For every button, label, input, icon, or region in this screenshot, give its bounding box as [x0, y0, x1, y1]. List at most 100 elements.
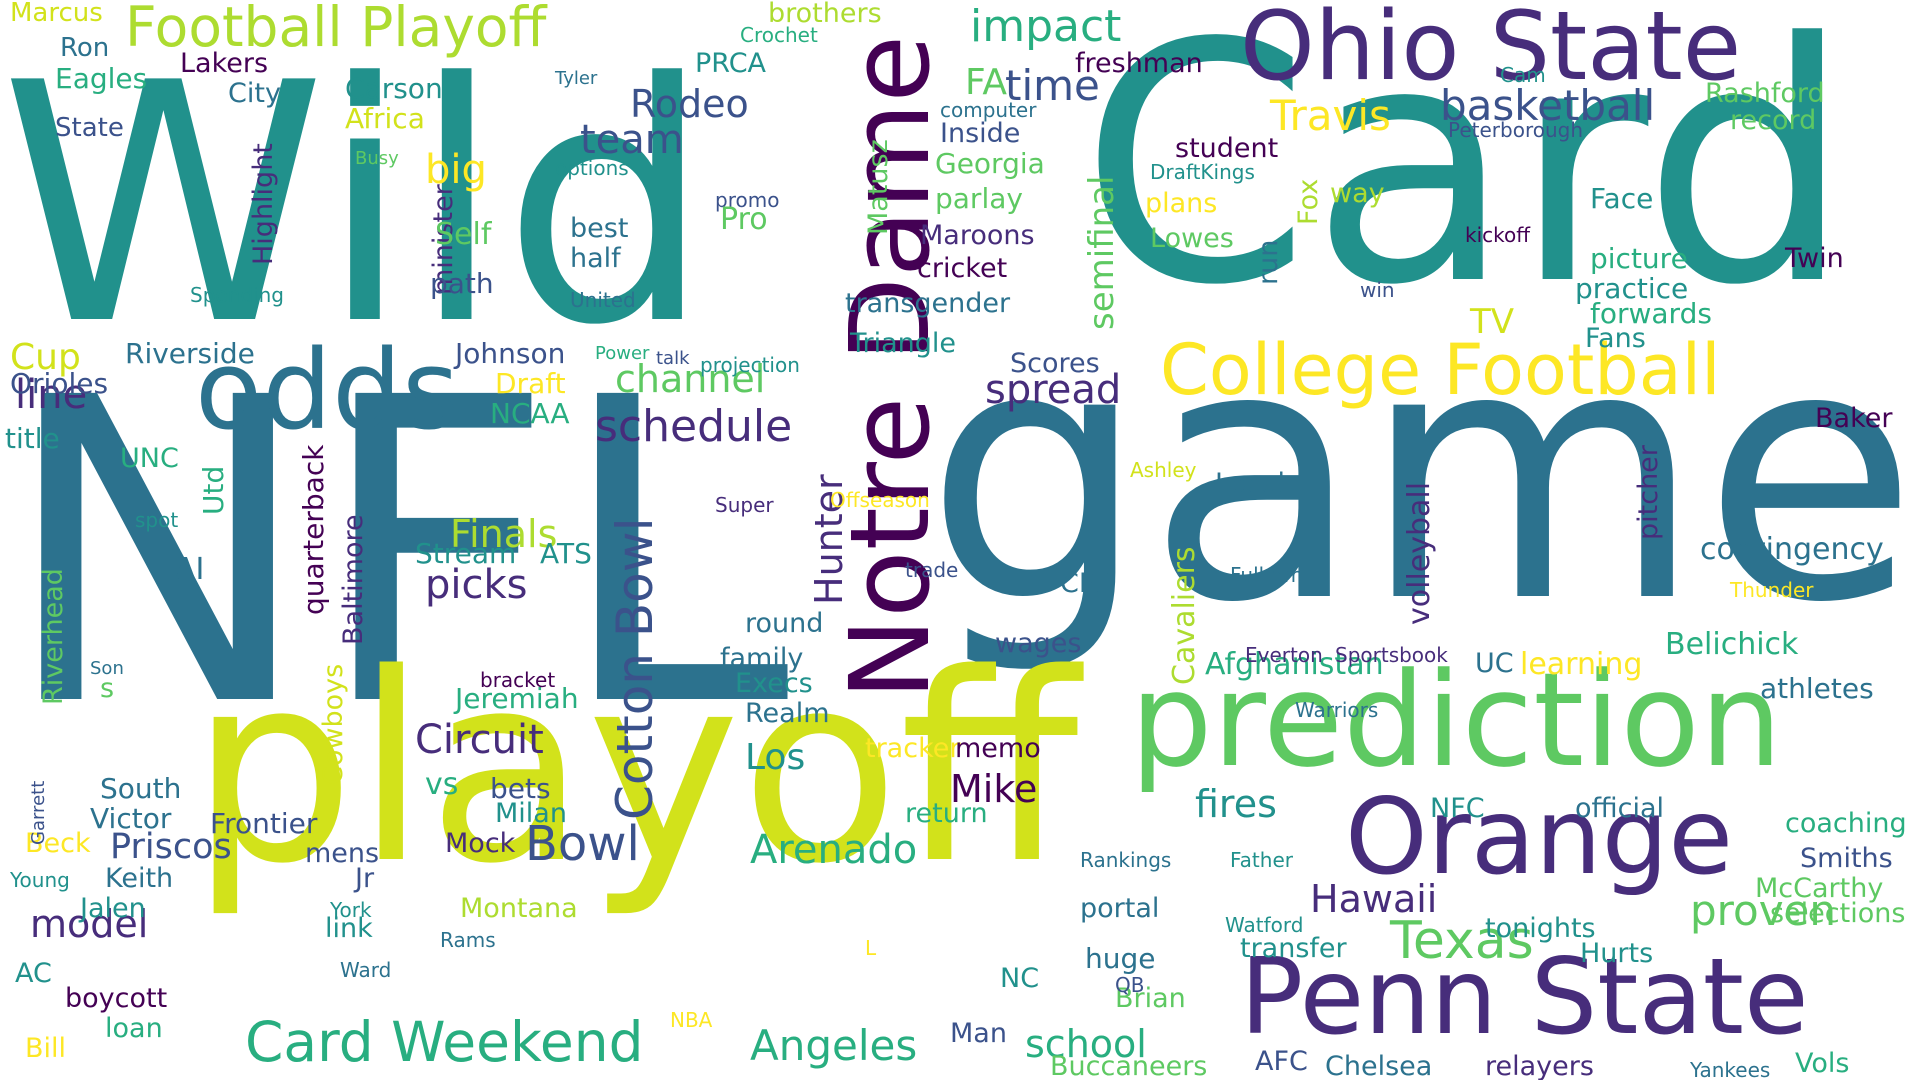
word-afc: AFC: [1255, 1046, 1308, 1077]
word-bill: Bill: [25, 1033, 67, 1064]
word-local: Local: [1215, 468, 1285, 499]
word-record: record: [1730, 105, 1817, 136]
word-football-playoff: Football Playoff: [125, 0, 547, 59]
word-lakers: Lakers: [180, 48, 269, 79]
word-scores: Scores: [1010, 348, 1100, 379]
word-trade: trade: [905, 558, 959, 582]
word-fires: fires: [1195, 782, 1277, 826]
word-ashley: Ashley: [1130, 458, 1197, 482]
word-eagles: Eagles: [55, 62, 148, 95]
word-inside: Inside: [940, 118, 1021, 149]
word-hawaii: Hawaii: [1310, 877, 1438, 921]
word-execs: Execs: [735, 668, 813, 699]
word-options: options: [555, 156, 629, 180]
word-volleyball: volleyball: [1402, 481, 1437, 625]
word-kickoff: kickoff: [1465, 223, 1531, 247]
word-athletes: athletes: [1760, 672, 1874, 705]
word-talk: talk: [656, 348, 690, 369]
word-fans: Fans: [1585, 323, 1646, 354]
word-prca: PRCA: [695, 48, 767, 79]
word-riverside: Riverside: [125, 337, 255, 370]
word-unc: UNC: [120, 443, 179, 474]
word-cam: Cam: [1500, 63, 1546, 87]
word-pro: Pro: [720, 202, 768, 237]
word-parlay: parlay: [935, 182, 1023, 215]
word-hurts: Hurts: [1580, 938, 1654, 969]
word-rashford: Rashford: [1705, 78, 1825, 109]
word-yankees: Yankees: [1690, 1058, 1771, 1080]
word-circuit: Circuit: [415, 717, 544, 763]
word-nba: NBA: [670, 1008, 713, 1032]
word-state: State: [55, 113, 124, 143]
word-coaching: coaching: [1785, 808, 1907, 839]
word-cricket: cricket: [917, 253, 1008, 284]
word-arenado: Arenado: [750, 827, 918, 873]
word-ai: AI: [175, 552, 205, 587]
word-baker: Baker: [1815, 403, 1893, 434]
word-man: Man: [950, 1018, 1007, 1049]
word-riverhead: Riverhead: [38, 568, 69, 705]
word-ward: Ward: [340, 958, 392, 982]
word-student: student: [1175, 133, 1279, 164]
word-twin: Twin: [1785, 243, 1844, 274]
word-notre-dame: Notre Dame: [826, 34, 954, 700]
word-travis: Travis: [1270, 91, 1391, 140]
word-half: half: [570, 243, 621, 274]
word-jr: Jr: [355, 863, 375, 894]
word-smiths: Smiths: [1800, 843, 1893, 874]
word-victor: Victor: [90, 802, 172, 835]
word-sportsbook: Sportsbook: [1335, 643, 1448, 667]
word-team: team: [580, 117, 684, 163]
word-stream: Stream: [415, 537, 517, 570]
word-watford: Watford: [1225, 913, 1304, 937]
word-draft: Draft: [495, 367, 566, 400]
word-york: York: [330, 898, 372, 922]
word-vs: vs: [425, 767, 459, 802]
word-relayers: relayers: [1485, 1051, 1594, 1080]
word-l: L: [865, 936, 877, 960]
word-mock: Mock: [445, 828, 516, 859]
word-cfp: CFP: [1060, 568, 1111, 599]
word-projection: projection: [700, 353, 800, 377]
word-spending: Spending: [190, 283, 284, 307]
word-round: round: [745, 608, 824, 639]
word-father: Father: [1230, 848, 1293, 872]
word-tracker: tracker: [865, 733, 961, 764]
word-wages: wages: [995, 628, 1082, 659]
word-tv: TV: [1470, 302, 1515, 342]
word-portal: portal: [1080, 893, 1160, 924]
word-everton: Everton: [1245, 643, 1323, 667]
word-uc: UC: [1475, 648, 1514, 679]
word-georgia: Georgia: [935, 147, 1045, 180]
word-thunder: Thunder: [1730, 578, 1814, 602]
word-ncaa: NCAA: [490, 397, 570, 430]
word-spot: spot: [135, 508, 179, 532]
word-young: Young: [10, 868, 70, 892]
word-cavaliers: Cavaliers: [1167, 546, 1202, 685]
word-chelsea: Chelsea: [1325, 1051, 1433, 1080]
word-maroons: Maroons: [920, 220, 1035, 251]
word-tyler: Tyler: [555, 68, 598, 89]
word-rodeo: Rodeo: [630, 82, 749, 126]
word-matusz: Matusz: [863, 139, 894, 235]
word-johnson: Johnson: [455, 337, 566, 370]
word-s: s: [100, 673, 115, 704]
word-jalen: Jalen: [80, 893, 146, 924]
word-card-weekend: Card Weekend: [245, 1010, 644, 1074]
word-garrett: Garrett: [28, 780, 49, 845]
word-impact: impact: [970, 1, 1122, 52]
word-orioles: Orioles: [10, 367, 109, 400]
word-qb: QB: [1115, 973, 1145, 997]
word-rams: Rams: [440, 928, 496, 952]
word-schedule: schedule: [595, 401, 793, 452]
word-nfc: NFC: [1430, 793, 1485, 824]
word-return: return: [905, 798, 988, 829]
word-keith: Keith: [105, 863, 174, 894]
word-path: path: [430, 267, 494, 300]
word-pitcher: pitcher: [1633, 445, 1664, 540]
word-huge: huge: [1085, 942, 1156, 975]
word-memo: memo: [955, 733, 1041, 764]
word-title: title: [5, 422, 60, 455]
word-utd: Utd: [197, 465, 230, 515]
word-picks: picks: [425, 562, 528, 608]
